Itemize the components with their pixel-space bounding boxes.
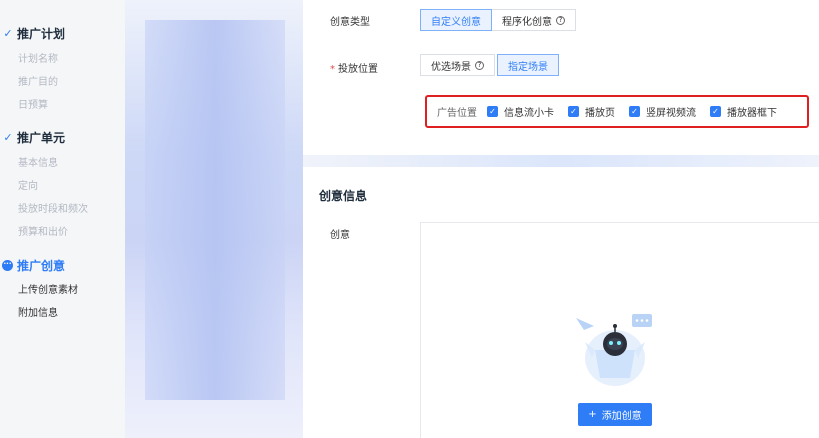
custom-creative-button[interactable]: 自定义创意 (420, 9, 492, 31)
sidebar: ✓ 推广计划 计划名称 推广目的 日预算 ✓ 推广单元 基本信息 定向 投放时段… (0, 0, 125, 438)
checkbox-play-page[interactable]: ✓ 播放页 (568, 104, 615, 119)
sidebar-item-upload-material[interactable]: 上传创意素材 (18, 281, 78, 296)
creative-type-label: 创意类型 (330, 17, 370, 28)
sidebar-section-plan[interactable]: ✓ 推广计划 (2, 25, 65, 42)
sidebar-item-purpose[interactable]: 推广目的 (18, 73, 58, 88)
sidebar-section-title: 推广单元 (17, 131, 66, 145)
creative-field-label: 创意 (330, 230, 350, 241)
ad-position-label: 广告位置 (437, 108, 477, 119)
specified-scene-button[interactable]: 指定场景 (497, 54, 559, 76)
more-icon: ··· (2, 260, 13, 271)
sidebar-item-schedule[interactable]: 投放时段和频次 (18, 200, 88, 215)
placement-group: 优选场景 ? 指定场景 (420, 54, 559, 76)
divider-strip (303, 155, 819, 167)
help-icon[interactable]: ? (475, 60, 484, 70)
add-creative-button[interactable]: + 添加创意 (578, 403, 652, 426)
sidebar-item-extra-info[interactable]: 附加信息 (18, 304, 58, 319)
check-icon: ✓ (3, 131, 13, 144)
plus-icon: + (588, 409, 597, 420)
checkbox-checked-icon[interactable]: ✓ (487, 106, 498, 117)
checkbox-checked-icon[interactable]: ✓ (710, 106, 721, 117)
sidebar-section-creative[interactable]: ··· 推广创意 (2, 257, 65, 274)
blurred-region (125, 0, 303, 438)
placement-label: * 投放位置 (330, 64, 378, 75)
required-mark: * (330, 64, 335, 75)
help-icon[interactable]: ? (556, 15, 565, 25)
ad-position-highlight: 广告位置 ✓ 信息流小卡 ✓ 播放页 ✓ 竖屏视频流 ✓ 播放器框下 (425, 95, 809, 128)
checkbox-checked-icon[interactable]: ✓ (629, 106, 640, 117)
sidebar-item-plan-name[interactable]: 计划名称 (18, 50, 58, 65)
blurred-content (145, 20, 285, 400)
creative-info-title: 创意信息 (319, 189, 368, 203)
sidebar-section-title: 推广计划 (17, 27, 66, 41)
sidebar-section-title: 推广创意 (17, 259, 66, 273)
checkbox-feed-card[interactable]: ✓ 信息流小卡 (487, 104, 554, 119)
sidebar-item-bid[interactable]: 预算和出价 (18, 223, 68, 238)
sidebar-item-basic-info[interactable]: 基本信息 (18, 154, 58, 169)
preferred-scene-button[interactable]: 优选场景 ? (420, 54, 495, 76)
checkbox-checked-icon[interactable]: ✓ (568, 106, 579, 117)
creative-type-group: 自定义创意 程序化创意 ? (420, 9, 576, 31)
checkbox-vertical-video[interactable]: ✓ 竖屏视频流 (629, 104, 696, 119)
sidebar-section-unit[interactable]: ✓ 推广单元 (2, 129, 65, 146)
programmatic-creative-button[interactable]: 程序化创意 ? (492, 9, 576, 31)
sidebar-item-budget[interactable]: 日预算 (18, 96, 48, 111)
sidebar-item-targeting[interactable]: 定向 (18, 177, 38, 192)
empty-robot-illustration (576, 314, 652, 386)
checkbox-below-player[interactable]: ✓ 播放器框下 (710, 104, 777, 119)
check-icon: ✓ (3, 27, 13, 40)
